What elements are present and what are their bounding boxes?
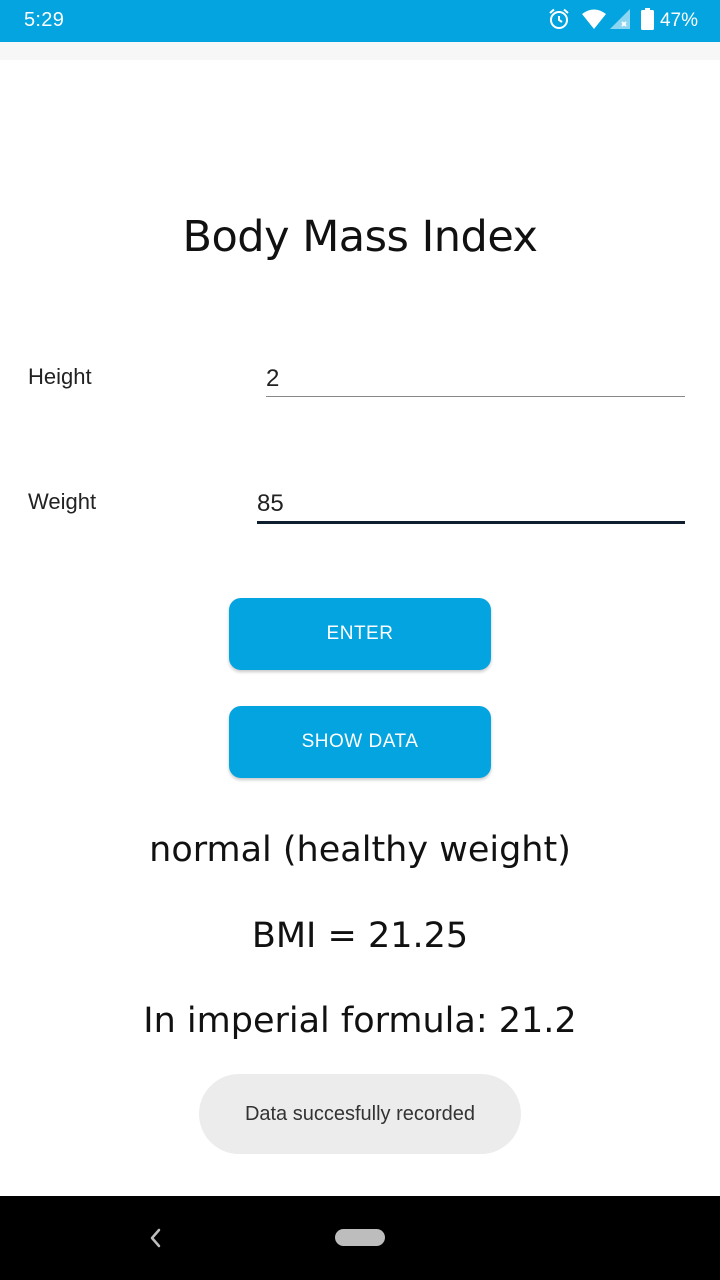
- weight-label: Weight: [28, 489, 97, 514]
- height-input[interactable]: [266, 362, 685, 397]
- app-bar-strip: [0, 42, 720, 60]
- page-title: Body Mass Index: [182, 212, 538, 262]
- signal-icon: [609, 8, 631, 35]
- battery-icon: [640, 7, 654, 35]
- alarm-icon: [547, 7, 571, 36]
- imperial-bmi-text: In imperial formula: 21.2: [143, 1001, 577, 1041]
- status-bar: 5:29 47%: [0, 0, 720, 42]
- screen: 5:29 47% Body Mass Index Height 2 Weight…: [0, 0, 720, 1280]
- back-icon[interactable]: [144, 1225, 168, 1251]
- weight-input[interactable]: [257, 487, 685, 524]
- battery-percentage: 47%: [659, 10, 698, 31]
- status-time: 5:29: [24, 9, 65, 31]
- toast-message: Data succesfully recorded: [199, 1074, 521, 1154]
- enter-button[interactable]: ENTER: [229, 598, 491, 670]
- navigation-bar: [0, 1196, 720, 1280]
- bmi-category-text: normal (healthy weight): [149, 830, 571, 870]
- status-icons: 47%: [537, 7, 698, 36]
- height-label: Height: [28, 364, 92, 389]
- home-pill-icon[interactable]: [335, 1229, 385, 1246]
- bmi-value-text: BMI = 21.25: [251, 916, 469, 956]
- show-data-button[interactable]: SHOW DATA: [229, 706, 491, 778]
- wifi-icon: [581, 8, 607, 35]
